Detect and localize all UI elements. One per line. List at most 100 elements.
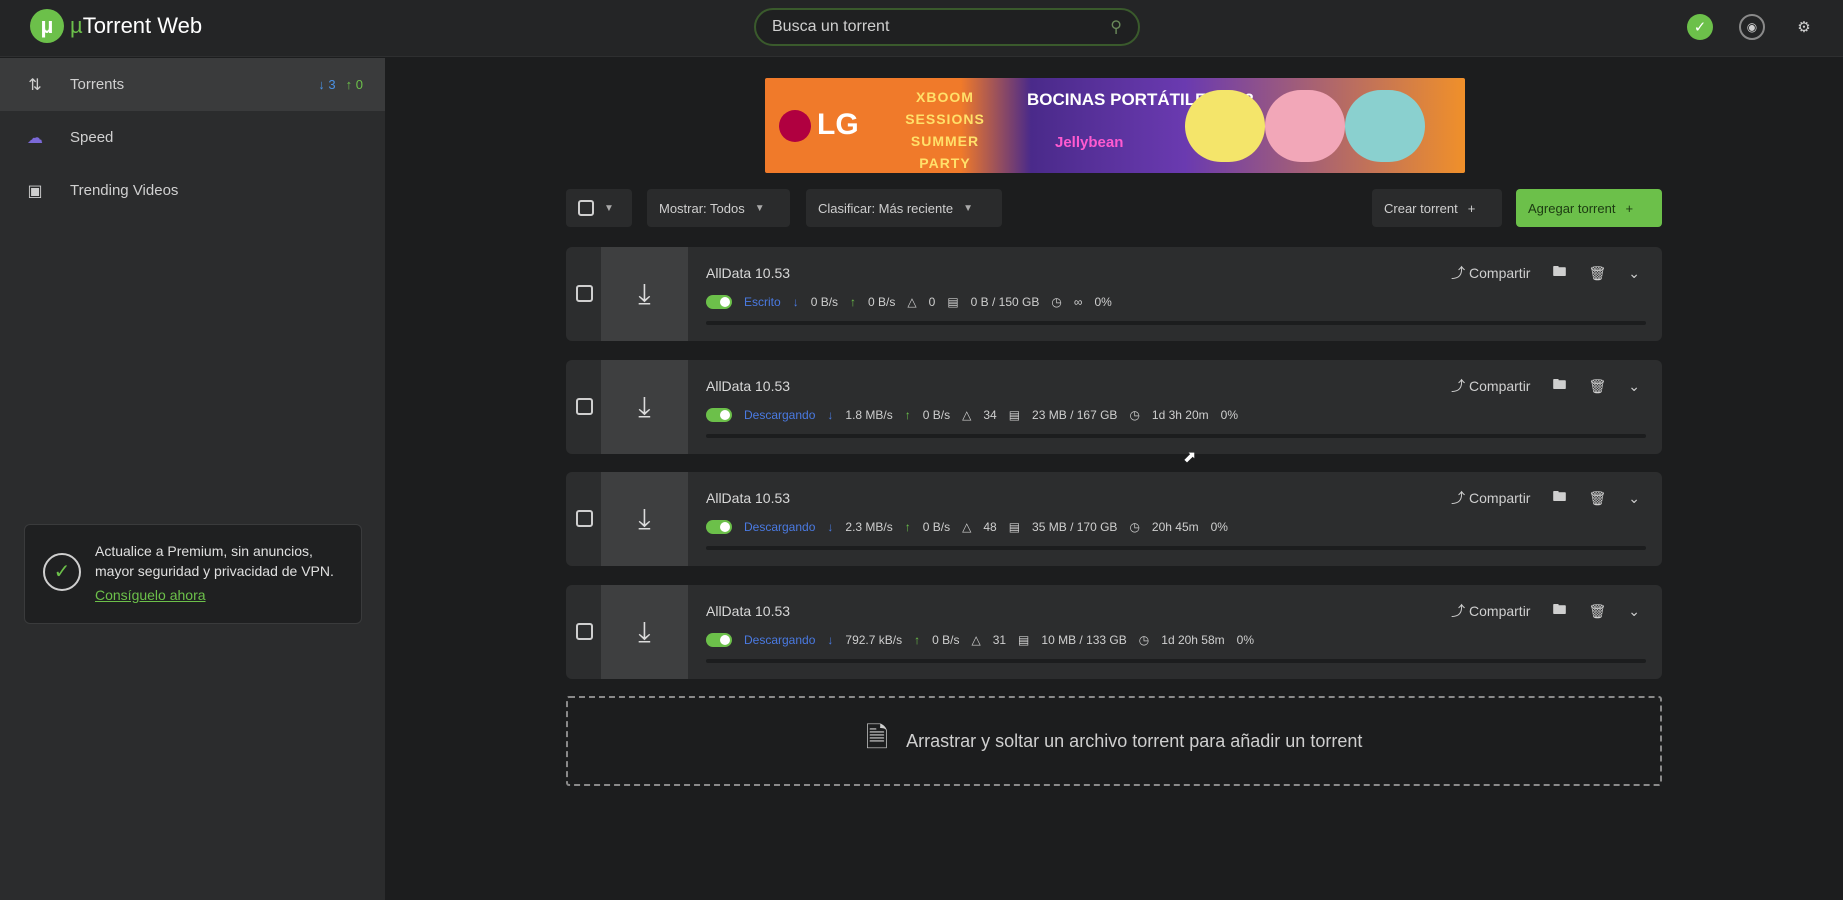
- file-size-icon: ▤: [1018, 633, 1030, 647]
- trash-icon[interactable]: 🗑: [1588, 378, 1606, 395]
- peers-count: 31: [992, 633, 1007, 647]
- share-button[interactable]: ⤴ Compartir: [1451, 263, 1530, 283]
- premium-link[interactable]: Consíguelo ahora: [95, 585, 206, 605]
- torrent-row[interactable]: ⤓ AllData 10.53 Descargando ↓ 2.3 MB/s ↑ 0…: [566, 472, 1662, 566]
- torrent-status: Descargando: [744, 408, 816, 422]
- peers-icon: △: [962, 520, 972, 534]
- sidebar-item-label: Speed: [70, 129, 114, 146]
- trash-icon[interactable]: 🗑: [1588, 265, 1606, 282]
- ad-speaker-yellow: [1185, 90, 1265, 162]
- trash-icon[interactable]: 🗑: [1588, 603, 1606, 620]
- torrent-toggle[interactable]: [706, 408, 732, 422]
- ad-series: XBOOM SESSIONS SUMMER PARTY: [905, 89, 985, 171]
- upload-speed-icon: ↑: [914, 633, 921, 647]
- search-icon[interactable]: ⚲: [1110, 17, 1122, 37]
- share-icon: ⤴: [1451, 378, 1466, 394]
- torrent-toggle[interactable]: [706, 633, 732, 647]
- download-icon: ⤓: [601, 247, 688, 341]
- torrent-status: Descargando: [744, 520, 816, 534]
- eta: ∞: [1073, 295, 1083, 309]
- ad-tagline: Jellybean: [1055, 134, 1124, 151]
- sidebar-item-trending-videos[interactable]: ▣ Trending Videos: [0, 164, 385, 217]
- drop-zone-text: Arrastrar y soltar un archivo torrent pa…: [906, 730, 1363, 751]
- select-all-checkbox[interactable]: [578, 200, 594, 216]
- sort-label: Clasificar: Más reciente: [818, 200, 954, 216]
- share-icon: ⤴: [1451, 265, 1466, 281]
- expand-chevron-icon[interactable]: ⌄: [1628, 265, 1640, 282]
- sidebar-item-label: Trending Videos: [70, 182, 179, 199]
- chevron-down-icon: ▼: [604, 202, 614, 214]
- eta-clock-icon: ◷: [1129, 520, 1140, 534]
- torrent-stats: Descargando ↓ 792.7 kB/s ↑ 0 B/s △ 31 ▤ 10 M…: [706, 633, 1254, 647]
- row-checkbox[interactable]: [576, 398, 593, 415]
- upload-speed-icon: ↑: [850, 295, 857, 309]
- row-actions: ⤴ Compartir 🖿 🗑 ⌄: [1451, 374, 1640, 398]
- torrent-row[interactable]: ⤓ AllData 10.53 Descargando ↓ 792.7 kB/s …: [566, 585, 1662, 679]
- file-size: 23 MB / 167 GB: [1032, 408, 1118, 422]
- progress-bar: [706, 659, 1646, 663]
- expand-chevron-icon[interactable]: ⌄: [1628, 603, 1640, 620]
- app-logo[interactable]: µ µTorrent Web: [30, 9, 202, 43]
- download-icon: ⤓: [601, 360, 688, 454]
- mouse-cursor-icon: ⬈: [1183, 449, 1197, 466]
- ad-banner[interactable]: LG XBOOM SESSIONS SUMMER PARTY BOCINAS PO…: [765, 78, 1465, 173]
- expand-chevron-icon[interactable]: ⌄: [1628, 490, 1640, 507]
- search-box[interactable]: ⚲: [754, 8, 1140, 46]
- folder-icon[interactable]: 🖿: [1552, 374, 1566, 398]
- folder-icon[interactable]: 🖿: [1552, 599, 1566, 623]
- progress-bar: [706, 434, 1646, 438]
- folder-icon[interactable]: 🖿: [1552, 261, 1566, 285]
- upload-speed: 0 B/s: [932, 633, 960, 647]
- eta: 1d 20h 58m: [1161, 633, 1225, 647]
- row-checkbox[interactable]: [576, 510, 593, 527]
- download-speed: 0 B/s: [810, 295, 839, 309]
- upload-speed: 0 B/s: [922, 520, 951, 534]
- share-button[interactable]: ⤴ Compartir: [1451, 376, 1530, 396]
- filter-show-dropdown[interactable]: Mostrar: Todos ▼: [647, 189, 790, 227]
- sidebar-item-torrents[interactable]: ⇅ Torrents ↓ 3 ↑ 0: [0, 58, 385, 111]
- share-icon: ⤴: [1451, 490, 1466, 506]
- check-icon[interactable]: ✓: [1687, 14, 1713, 40]
- torrent-row[interactable]: ⤓ AllData 10.53 Descargando ↓ 1.8 MB/s ↑ 0…: [566, 360, 1662, 454]
- premium-text: Actualice a Premium, sin anuncios, mayor…: [95, 543, 334, 579]
- download-speed: 1.8 MB/s: [845, 408, 893, 422]
- share-button[interactable]: ⤴ Compartir: [1451, 488, 1530, 508]
- torrent-toggle[interactable]: [706, 520, 732, 534]
- search-input[interactable]: [772, 18, 1111, 36]
- progress-bar: [706, 546, 1646, 550]
- peers-count: 34: [983, 408, 997, 422]
- torrent-stats: Escrito ↓ 0 B/s ↑ 0 B/s △ 0 ▤ 0 B / 150 GB ◷…: [706, 295, 1112, 309]
- upload-speed: 0 B/s: [922, 408, 951, 422]
- file-size: 10 MB / 133 GB: [1041, 633, 1127, 647]
- row-checkbox[interactable]: [576, 285, 593, 302]
- torrent-toggle[interactable]: [706, 295, 732, 309]
- progress-percent: 0%: [1210, 520, 1228, 534]
- speed-cloud-icon: ☁: [27, 129, 43, 147]
- eta: 1d 3h 20m: [1151, 408, 1209, 422]
- expand-chevron-icon[interactable]: ⌄: [1628, 378, 1640, 395]
- premium-shield-icon: ✓: [43, 553, 81, 591]
- download-count: ↓ 3: [318, 77, 336, 92]
- select-all-dropdown[interactable]: ▼: [566, 189, 632, 227]
- premium-promo: ✓ Actualice a Premium, sin anuncios, may…: [24, 524, 362, 624]
- drop-zone[interactable]: 🗎 Arrastrar y soltar un archivo torrent …: [566, 696, 1662, 786]
- progress-percent: 0%: [1236, 633, 1254, 647]
- settings-gear-icon[interactable]: ⚙: [1791, 14, 1817, 40]
- sort-dropdown[interactable]: Clasificar: Más reciente ▼: [806, 189, 1002, 227]
- trash-icon[interactable]: 🗑: [1588, 490, 1606, 507]
- download-speed: 792.7 kB/s: [845, 633, 903, 647]
- row-checkbox[interactable]: [576, 623, 593, 640]
- download-speed: 2.3 MB/s: [845, 520, 893, 534]
- top-bar: µ µTorrent Web ⚲ ✓ ◉ ⚙: [0, 0, 1843, 57]
- folder-icon[interactable]: 🖿: [1552, 486, 1566, 510]
- download-speed-icon: ↓: [827, 520, 834, 534]
- download-icon: ⤓: [601, 472, 688, 566]
- torrent-stats: Descargando ↓ 1.8 MB/s ↑ 0 B/s △ 34 ▤ 23 MB …: [706, 408, 1238, 422]
- vpn-shield-icon[interactable]: ◉: [1739, 14, 1765, 40]
- share-button[interactable]: ⤴ Compartir: [1451, 601, 1530, 621]
- torrent-row[interactable]: ⤓ AllData 10.53 Escrito ↓ 0 B/s ↑ 0 B/s △ 0…: [566, 247, 1662, 341]
- create-torrent-button[interactable]: Crear torrent +: [1372, 189, 1502, 227]
- add-torrent-button[interactable]: Agregar torrent +: [1516, 189, 1662, 227]
- ad-speaker-pink: [1265, 90, 1345, 162]
- sidebar-item-speed[interactable]: ☁ Speed: [0, 111, 385, 164]
